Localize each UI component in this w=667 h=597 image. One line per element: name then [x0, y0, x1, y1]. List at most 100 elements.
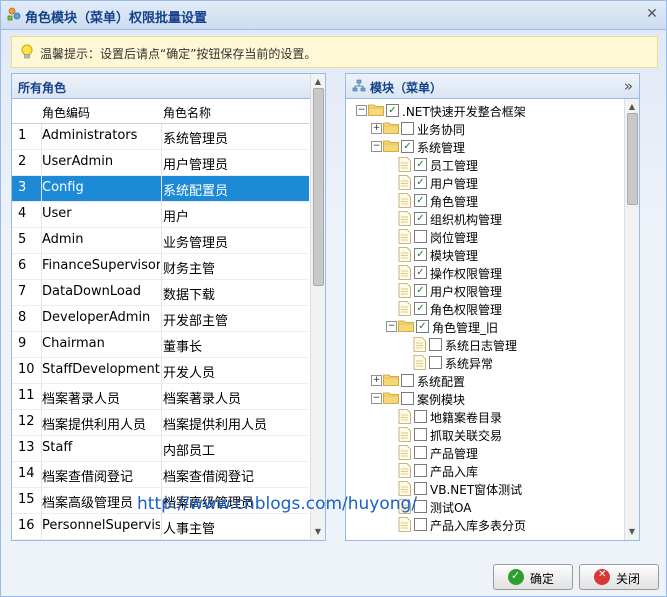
tree-node[interactable]: − ✓ 角色管理_旧: [346, 318, 624, 336]
tree-node[interactable]: 地籍案卷目录: [346, 408, 624, 426]
expand-icon[interactable]: +: [371, 123, 382, 134]
role-row[interactable]: 7 DataDownLoad 数据下载: [12, 280, 309, 306]
roles-scroll-thumb[interactable]: [313, 88, 324, 286]
role-row[interactable]: 14 档案查借阅登记 档案查借阅登记: [12, 462, 309, 488]
scroll-up-icon[interactable]: ▲: [625, 101, 639, 113]
tree-node-checkbox[interactable]: [429, 338, 442, 351]
role-row[interactable]: 11 档案著录人员 档案著录人员: [12, 384, 309, 410]
tree-node-label[interactable]: 产品管理: [430, 445, 478, 462]
tree-node[interactable]: ✓ 角色管理: [346, 192, 624, 210]
tree-node[interactable]: 产品入库: [346, 462, 624, 480]
role-row[interactable]: 12 档案提供利用人员 档案提供利用人员: [12, 410, 309, 436]
collapse-panel-icon[interactable]: »: [624, 77, 633, 95]
tree-node[interactable]: ✓ 员工管理: [346, 156, 624, 174]
tree-node-checkbox[interactable]: ✓: [416, 320, 429, 333]
tree-node-checkbox[interactable]: [401, 374, 414, 387]
tree-node-label[interactable]: 系统配置: [417, 373, 465, 390]
column-header-name[interactable]: 角色名称: [163, 104, 211, 121]
tree-node-checkbox[interactable]: ✓: [414, 302, 427, 315]
tree-node-label[interactable]: 角色管理_旧: [432, 319, 498, 336]
collapse-icon[interactable]: −: [371, 141, 382, 152]
tree-node[interactable]: 岗位管理: [346, 228, 624, 246]
tree-node[interactable]: ✓ 操作权限管理: [346, 264, 624, 282]
tree-node[interactable]: − ✓ .NET快速开发整合框架: [346, 102, 624, 120]
role-row[interactable]: 6 FinanceSupervisor 财务主管: [12, 254, 309, 280]
tree-node-checkbox[interactable]: ✓: [414, 194, 427, 207]
tree-node-label[interactable]: VB.NET窗体测试: [430, 481, 522, 498]
tree-node-label[interactable]: 角色管理: [430, 193, 478, 210]
tree-node-label[interactable]: 用户管理: [430, 175, 478, 192]
tree-node-label[interactable]: 业务协同: [417, 121, 465, 138]
tree-node[interactable]: 系统日志管理: [346, 336, 624, 354]
tree-node-checkbox[interactable]: ✓: [401, 140, 414, 153]
role-row[interactable]: 1 Administrators 系统管理员: [12, 124, 309, 150]
tree-node-checkbox[interactable]: [401, 122, 414, 135]
tree-node[interactable]: + 系统配置: [346, 372, 624, 390]
column-header-code[interactable]: 角色编码: [42, 104, 90, 121]
tree-node[interactable]: 产品管理: [346, 444, 624, 462]
tree-node-checkbox[interactable]: ✓: [386, 104, 399, 117]
tree-node[interactable]: ✓ 用户管理: [346, 174, 624, 192]
tree-node[interactable]: 抓取关联交易: [346, 426, 624, 444]
tree-node-label[interactable]: .NET快速开发整合框架: [402, 103, 526, 120]
roles-vertical-scrollbar[interactable]: ▲ ▼: [310, 74, 325, 540]
tree-node[interactable]: − 案例模块: [346, 390, 624, 408]
ok-button[interactable]: ✓ 确定: [493, 564, 573, 590]
scroll-down-icon[interactable]: ▼: [311, 526, 325, 538]
tree-node-checkbox[interactable]: ✓: [414, 176, 427, 189]
tree-node-checkbox[interactable]: ✓: [414, 248, 427, 261]
collapse-icon[interactable]: −: [386, 321, 397, 332]
collapse-icon[interactable]: −: [356, 105, 367, 116]
tree-node[interactable]: 系统异常: [346, 354, 624, 372]
role-row[interactable]: 9 Chairman 董事长: [12, 332, 309, 358]
tree-node-label[interactable]: 系统异常: [445, 355, 493, 372]
role-row[interactable]: 13 Staff 内部员工: [12, 436, 309, 462]
tree-node[interactable]: 产品入库多表分页: [346, 516, 624, 534]
tree-node[interactable]: ✓ 模块管理: [346, 246, 624, 264]
tree-node-label[interactable]: 员工管理: [430, 157, 478, 174]
tree-node-label[interactable]: 案例模块: [417, 391, 465, 408]
tree-vertical-scrollbar[interactable]: ▲ ▼: [624, 99, 639, 540]
close-icon[interactable]: ✕: [644, 6, 660, 22]
tree-node-label[interactable]: 系统日志管理: [445, 337, 517, 354]
tree-node-label[interactable]: 角色权限管理: [430, 301, 502, 318]
tree-node-label[interactable]: 产品入库: [430, 463, 478, 480]
role-row[interactable]: 10 StaffDevelopment 开发人员: [12, 358, 309, 384]
tree-node-checkbox[interactable]: [414, 464, 427, 477]
tree-node-checkbox[interactable]: ✓: [414, 158, 427, 171]
tree-node-checkbox[interactable]: [429, 356, 442, 369]
tree-node-checkbox[interactable]: ✓: [414, 266, 427, 279]
close-button[interactable]: ✕ 关闭: [579, 564, 659, 590]
tree-node-checkbox[interactable]: [414, 410, 427, 423]
tree-node[interactable]: ✓ 用户权限管理: [346, 282, 624, 300]
tree-node[interactable]: ✓ 角色权限管理: [346, 300, 624, 318]
tree-node[interactable]: − ✓ 系统管理: [346, 138, 624, 156]
tree-node-label[interactable]: 操作权限管理: [430, 265, 502, 282]
role-row[interactable]: 8 DeveloperAdmin 开发部主管: [12, 306, 309, 332]
tree-scroll-thumb[interactable]: [627, 113, 638, 205]
tree-node-checkbox[interactable]: [414, 518, 427, 531]
scroll-down-icon[interactable]: ▼: [625, 526, 639, 538]
tree-node[interactable]: + 业务协同: [346, 120, 624, 138]
tree-node-checkbox[interactable]: ✓: [414, 284, 427, 297]
tree-node-label[interactable]: 岗位管理: [430, 229, 478, 246]
tree-node-label[interactable]: 用户权限管理: [430, 283, 502, 300]
role-row[interactable]: 16 PersonnelSupervisor人事主管: [12, 514, 309, 540]
role-row[interactable]: 5 Admin 业务管理员: [12, 228, 309, 254]
tree-node-label[interactable]: 系统管理: [417, 139, 465, 156]
role-row[interactable]: 4 User 用户: [12, 202, 309, 228]
tree-node[interactable]: ✓ 组织机构管理: [346, 210, 624, 228]
tree-node-label[interactable]: 测试OA: [430, 499, 471, 516]
expand-icon[interactable]: +: [371, 375, 382, 386]
scroll-up-icon[interactable]: ▲: [311, 76, 325, 88]
tree-node-label[interactable]: 抓取关联交易: [430, 427, 502, 444]
tree-node-label[interactable]: 地籍案卷目录: [430, 409, 502, 426]
tree-node-checkbox[interactable]: [414, 428, 427, 441]
tree-node-label[interactable]: 产品入库多表分页: [430, 517, 526, 534]
tree-node-label[interactable]: 组织机构管理: [430, 211, 502, 228]
role-row[interactable]: 2 UserAdmin 用户管理员: [12, 150, 309, 176]
role-row[interactable]: 3 Config 系统配置员: [12, 176, 309, 202]
collapse-icon[interactable]: −: [371, 393, 382, 404]
title-bar[interactable]: 角色模块（菜单）权限批量设置 ✕: [1, 1, 666, 30]
tree-node-checkbox[interactable]: ✓: [414, 212, 427, 225]
